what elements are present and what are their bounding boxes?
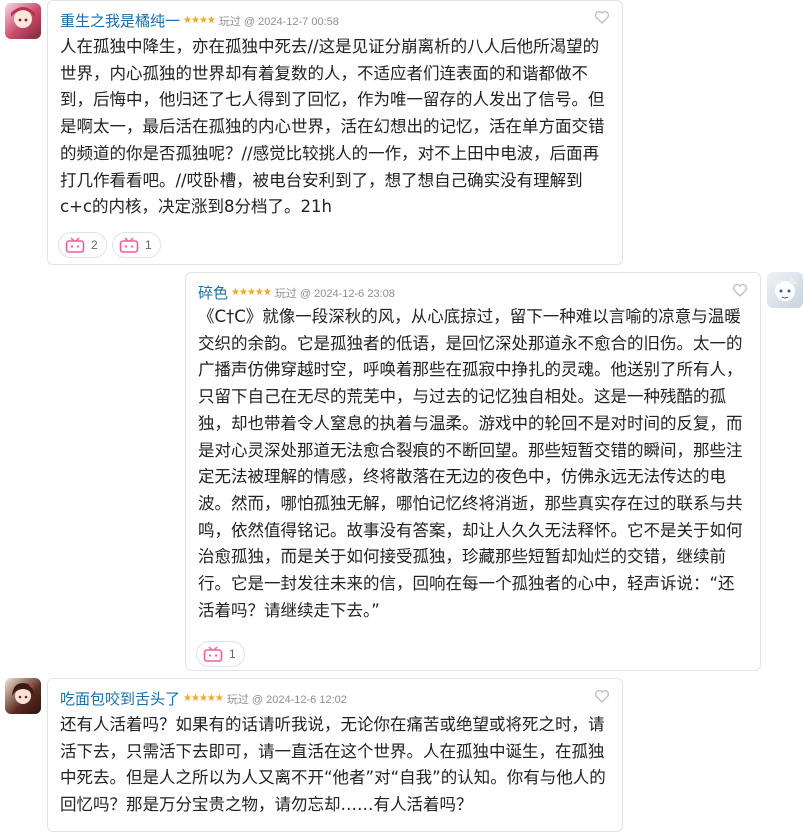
reaction-count: 1 xyxy=(229,647,236,661)
rating-stars: ★★★★★ xyxy=(183,693,224,704)
avatar[interactable] xyxy=(767,272,803,308)
comment-text: 《C†C》就像一段深秋的风，从心底掠过，留下一种难以言喻的凉意与温暖 交织的余韵… xyxy=(198,307,743,620)
rating-stars: ★★★★★ xyxy=(231,287,272,298)
comment-text: 还有人活着吗？如果有的话请听我说，无论你在痛苦或绝望或将死之时，请 活下去，只需… xyxy=(60,715,606,815)
comment-card: 吃面包咬到舌头了 ★★★★★ 玩过 @ 2024-12-6 12:02 还有人活… xyxy=(47,678,623,832)
comment-header: 吃面包咬到舌头了 ★★★★★ 玩过 @ 2024-12-6 12:02 xyxy=(60,688,347,709)
username-link[interactable]: 重生之我是橘纯一 xyxy=(60,10,180,31)
tv-pink-icon xyxy=(119,237,139,253)
heart-icon[interactable] xyxy=(732,282,748,298)
username-link[interactable]: 碎色 xyxy=(198,282,228,303)
avatar[interactable] xyxy=(5,678,41,714)
played-timestamp: 玩过 @ 2024-12-6 23:08 xyxy=(274,287,395,300)
comment-card: 碎色 ★★★★★ 玩过 @ 2024-12-6 23:08 《C†C》就像一段深… xyxy=(185,272,761,671)
reaction-button[interactable]: 1 xyxy=(196,641,245,667)
comment-text: 人在孤独中降生，亦在孤独中死去//这是见证分崩离析的八人后他所渴望的 世界，内心… xyxy=(60,37,605,217)
tv-pink-icon xyxy=(65,237,85,253)
username-link[interactable]: 吃面包咬到舌头了 xyxy=(60,688,180,709)
rating-stars: ★★★★ xyxy=(183,15,216,26)
heart-icon[interactable] xyxy=(594,9,610,25)
avatar[interactable] xyxy=(5,3,41,39)
reaction-button[interactable]: 2 xyxy=(58,232,107,258)
played-timestamp: 玩过 @ 2024-12-7 00:58 xyxy=(218,15,339,28)
heart-icon[interactable] xyxy=(594,688,610,704)
reaction-count: 2 xyxy=(91,238,98,252)
comment-header: 碎色 ★★★★★ 玩过 @ 2024-12-6 23:08 xyxy=(198,282,395,303)
comment-header: 重生之我是橘纯一 ★★★★ 玩过 @ 2024-12-7 00:58 xyxy=(60,10,339,31)
reaction-button[interactable]: 1 xyxy=(112,232,161,258)
played-timestamp: 玩过 @ 2024-12-6 12:02 xyxy=(226,693,347,706)
reaction-count: 1 xyxy=(145,238,152,252)
comment-card: 重生之我是橘纯一 ★★★★ 玩过 @ 2024-12-7 00:58 人在孤独中… xyxy=(47,0,623,265)
tv-pink-icon xyxy=(203,646,223,662)
